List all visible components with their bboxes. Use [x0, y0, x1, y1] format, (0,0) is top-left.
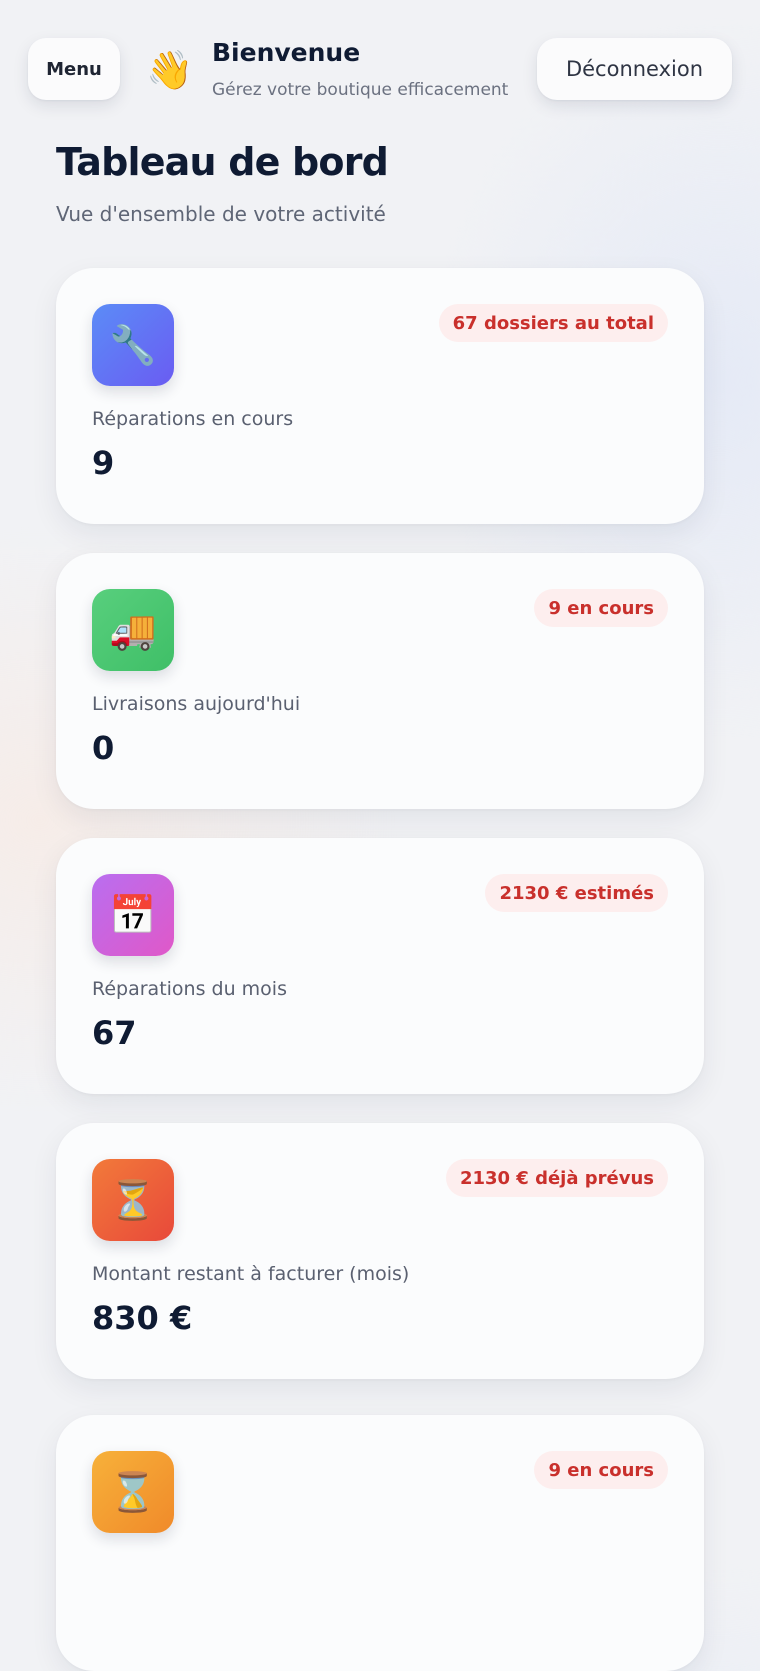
stat-label: Réparations du mois	[92, 978, 287, 1000]
welcome-title: Bienvenue	[212, 38, 361, 67]
stat-value: 9	[92, 444, 115, 482]
delivery-truck-icon: 🚚	[92, 589, 174, 671]
stat-label: Montant restant à facturer (mois)	[92, 1263, 410, 1285]
logout-button[interactable]: Déconnexion	[537, 38, 732, 100]
status-badge: 2130 € déjà prévus	[445, 1159, 668, 1197]
welcome-subtitle: Gérez votre boutique efficacement	[212, 80, 509, 100]
status-badge: 9 en cours	[534, 589, 668, 627]
hourglass-icon: ⏳	[92, 1159, 174, 1241]
hourglass-icon: ⌛	[92, 1451, 174, 1533]
stat-label: Livraisons aujourd'hui	[92, 693, 301, 715]
stat-label: Réparations en cours	[92, 408, 294, 430]
menu-button[interactable]: Menu	[28, 38, 120, 100]
top-bar: Menu 👋 Bienvenue Gérez votre boutique ef…	[0, 0, 760, 130]
stat-card-repairs-in-progress[interactable]: 🔧 67 dossiers au total Réparations en co…	[56, 268, 704, 524]
wrench-icon: 🔧	[92, 304, 174, 386]
stat-value: 830 €	[92, 1299, 193, 1337]
page-title: Tableau de bord	[56, 140, 389, 184]
stat-card-amount-to-invoice[interactable]: ⏳ 2130 € déjà prévus Montant restant à f…	[56, 1123, 704, 1379]
stat-card-pending[interactable]: ⌛ 9 en cours	[56, 1415, 704, 1671]
page-subtitle: Vue d'ensemble de votre activité	[56, 202, 386, 226]
stat-value: 67	[92, 1014, 137, 1052]
stat-card-deliveries-today[interactable]: 🚚 9 en cours Livraisons aujourd'hui 0	[56, 553, 704, 809]
stat-card-repairs-this-month[interactable]: 📅 2130 € estimés Réparations du mois 67	[56, 838, 704, 1094]
calendar-icon: 📅	[92, 874, 174, 956]
stat-value: 0	[92, 729, 115, 767]
status-badge: 67 dossiers au total	[438, 304, 668, 342]
waving-hand-icon: 👋	[146, 48, 194, 92]
status-badge: 2130 € estimés	[485, 874, 668, 912]
status-badge: 9 en cours	[534, 1451, 668, 1489]
